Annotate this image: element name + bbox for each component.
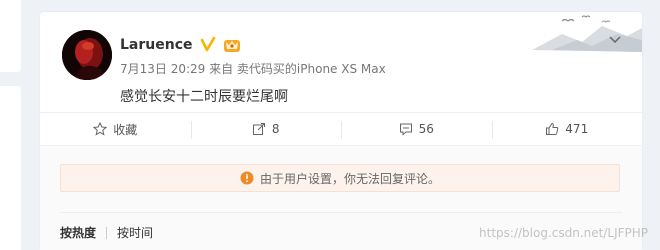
comment-sort-tabs: 按热度 按时间 <box>60 224 153 241</box>
left-panel-fragment <box>0 0 21 72</box>
post-meta: 7月13日 20:29 来自 卖代码买的iPhone XS Max <box>120 62 386 76</box>
comment-disabled-notice: 由于用户设置，你无法回复评论。 <box>60 164 620 192</box>
action-bar: 收藏 8 56 471 <box>40 112 642 146</box>
verified-badge-icon <box>200 36 215 52</box>
notice-text: 由于用户设置，你无法回复评论。 <box>259 171 440 186</box>
post-content: 感觉长安十二时辰要烂尾啊 <box>120 89 288 105</box>
favorite-label: 收藏 <box>113 122 138 137</box>
warning-icon <box>240 171 254 185</box>
vip-crown-icon[interactable] <box>223 36 241 54</box>
weibo-post-card: Laruence 7月13日 20:29 来自 卖代码买的iPhone XS M… <box>40 12 642 250</box>
left-panel-fragment <box>0 86 21 250</box>
like-button[interactable]: 471 <box>491 113 643 145</box>
repost-icon <box>252 123 265 135</box>
avatar[interactable] <box>62 30 112 80</box>
thumbs-up-icon <box>546 122 559 135</box>
chevron-down-icon[interactable] <box>608 32 622 46</box>
divider <box>106 226 108 239</box>
favorite-button[interactable]: 收藏 <box>40 113 191 145</box>
comment-button[interactable]: 56 <box>341 113 492 145</box>
sort-by-hot-tab[interactable]: 按热度 <box>60 224 96 241</box>
comment-icon <box>399 123 412 136</box>
star-icon <box>93 122 108 136</box>
user-name[interactable]: Laruence <box>120 37 193 53</box>
divider <box>60 212 622 213</box>
watermark: https://blog.csdn.net/LJFPHP <box>479 226 648 240</box>
avatar-image <box>62 30 112 80</box>
comment-count: 56 <box>418 122 434 136</box>
repost-count: 8 <box>271 122 280 136</box>
repost-button[interactable]: 8 <box>190 113 342 145</box>
like-count: 471 <box>565 122 589 136</box>
sort-by-time-tab[interactable]: 按时间 <box>117 224 153 241</box>
